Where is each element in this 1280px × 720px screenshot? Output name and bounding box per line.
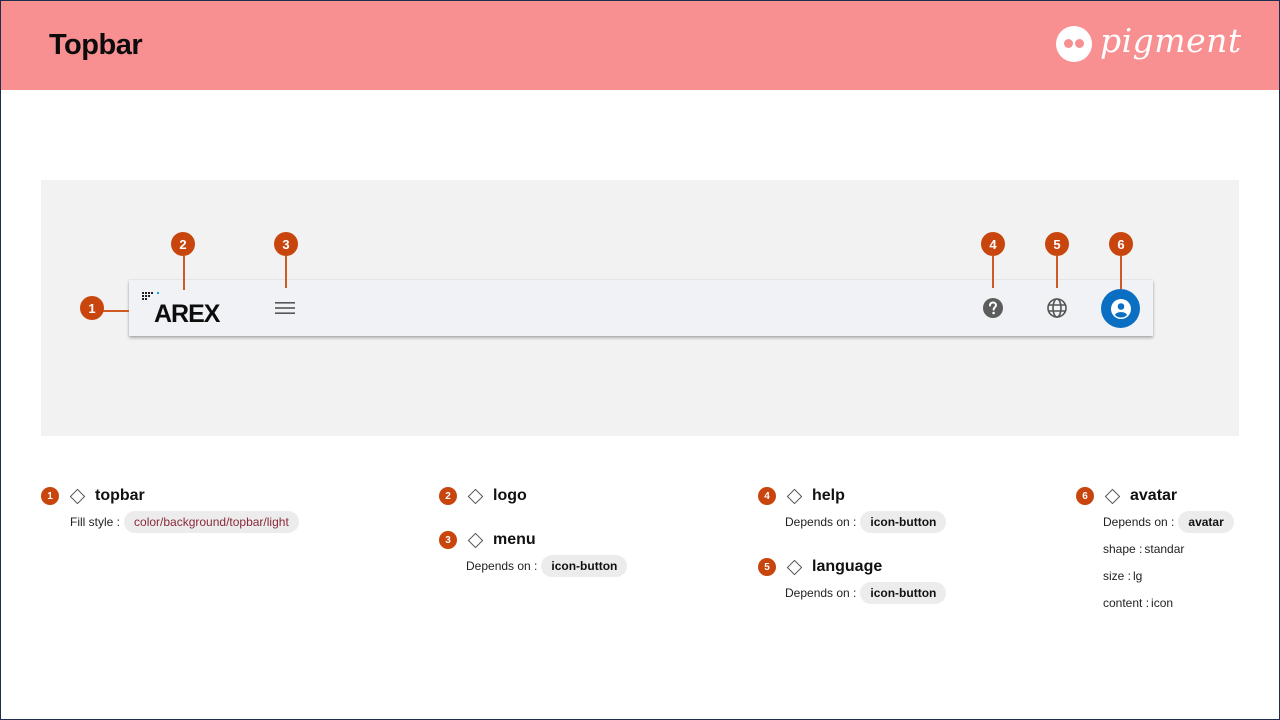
spec-value: icon [1151, 596, 1174, 610]
spec-label: Depends on : [785, 586, 857, 600]
spec-title: menu [493, 531, 536, 548]
brand-name: pigment [1100, 21, 1242, 60]
spec-number: 5 [758, 558, 776, 576]
language-button[interactable] [1044, 295, 1070, 321]
help-circle-icon [983, 298, 1003, 318]
spec-value: standar [1144, 542, 1185, 556]
logo-text: AREX [154, 300, 220, 328]
leader-line [103, 310, 129, 312]
spec-number: 4 [758, 487, 776, 505]
spec-label: shape : [1103, 542, 1143, 556]
brand-logo: pigment [1056, 21, 1242, 63]
spec-number: 2 [439, 487, 457, 505]
globe-icon [1047, 298, 1067, 318]
help-button[interactable] [980, 295, 1006, 321]
pigment-logo-icon [1056, 25, 1092, 62]
callout-5: 5 [1045, 232, 1069, 256]
component-diamond-icon [786, 559, 803, 575]
component-diamond-icon [1104, 488, 1121, 504]
spec-menu: 3 menu Depends on : icon-button [439, 530, 628, 577]
spec-number: 6 [1076, 487, 1094, 505]
dependency-chip: icon-button [860, 511, 947, 533]
spec-title: help [812, 487, 845, 504]
spec-help: 4 help Depends on : icon-button [758, 486, 947, 533]
leader-line [1120, 256, 1122, 289]
hamburger-icon [275, 302, 295, 314]
page-title: Topbar [49, 29, 143, 61]
dependency-chip: icon-button [860, 582, 947, 604]
component-diamond-icon [467, 532, 484, 548]
callout-2: 2 [171, 232, 195, 256]
spec-avatar: 6 avatar Depends on : avatar shape : sta… [1076, 486, 1234, 614]
callout-3: 3 [274, 232, 298, 256]
leader-line [992, 256, 994, 288]
component-diamond-icon [467, 488, 484, 504]
callout-4: 4 [981, 232, 1005, 256]
spec-logo: 2 logo [439, 486, 527, 506]
spec-number: 1 [41, 487, 59, 505]
spec-topbar: 1 topbar Fill style : color/background/t… [41, 486, 299, 533]
component-diamond-icon [69, 488, 86, 504]
callout-1: 1 [80, 296, 104, 320]
component-diamond-icon [786, 488, 803, 504]
spec-label: size : [1103, 569, 1132, 583]
callout-6: 6 [1109, 232, 1133, 256]
spec-title: avatar [1130, 487, 1178, 504]
avatar-button[interactable] [1101, 289, 1140, 328]
leader-line [1056, 256, 1058, 288]
spec-language: 5 language Depends on : icon-button [758, 557, 947, 604]
spec-label: content : [1103, 596, 1150, 610]
spec-number: 3 [439, 531, 457, 549]
spec-label: Depends on : [466, 559, 538, 573]
spec-title: topbar [95, 487, 145, 504]
spec-label: Fill style : [70, 515, 121, 529]
arex-logo[interactable]: AREX [142, 290, 232, 328]
leader-line [183, 256, 185, 290]
leader-line [285, 256, 287, 288]
spec-label: Depends on : [785, 515, 857, 529]
dependency-chip: avatar [1178, 511, 1234, 533]
menu-button[interactable] [272, 295, 298, 321]
fill-style-chip: color/background/topbar/light [124, 511, 299, 533]
spec-title: language [812, 558, 883, 575]
user-circle-icon [1110, 298, 1131, 319]
spec-title: logo [493, 487, 527, 504]
dependency-chip: icon-button [541, 555, 628, 577]
spec-label: Depends on : [1103, 515, 1175, 529]
spec-value: lg [1133, 569, 1143, 583]
